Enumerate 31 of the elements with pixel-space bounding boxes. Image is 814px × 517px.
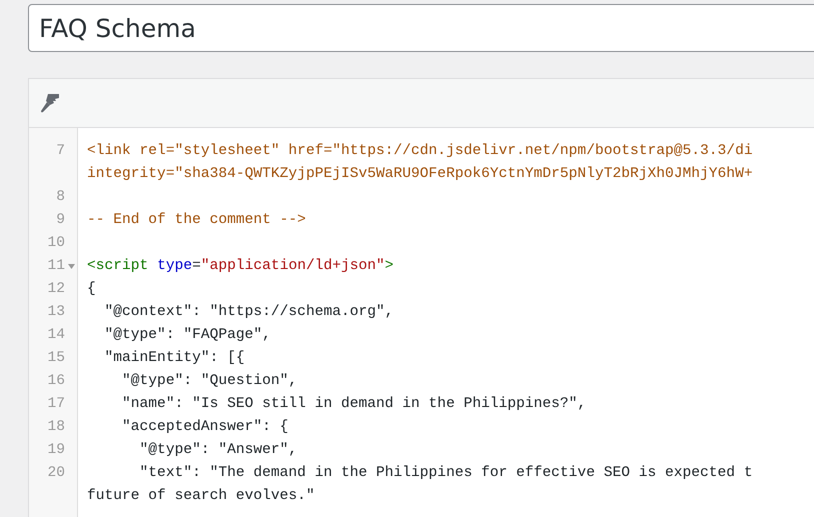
code-line: -- End of the comment --> — [87, 212, 306, 228]
line-number: 17 — [47, 395, 65, 414]
code-line: <script type="application/ld+json"> — [87, 258, 394, 274]
line-number: 19 — [47, 441, 65, 460]
code-line: integrity="sha384-QWTKZyjpPEjISv5WaRU9OFeRpok6YctnYmDr5pNlyT2bRjXh0JMhjY6hW+ — [87, 166, 753, 182]
paintbrush-icon[interactable] — [39, 92, 61, 114]
code-line: "acceptedAnswer": { — [121, 419, 288, 435]
code-line: "@type": "FAQPage", — [104, 327, 271, 343]
title-field[interactable]: FAQ Schema — [28, 4, 814, 52]
fold-arrow-icon[interactable] — [68, 264, 74, 270]
code-line: <link rel="stylesheet" href="https://cdn.jsdelivr.net/npm/bootstrap@5.3.3/di — [87, 143, 753, 159]
code-line: "@type": "Answer", — [138, 442, 298, 458]
code-line: { — [87, 281, 96, 297]
line-number: 7 — [56, 142, 65, 161]
code-line: "@context": "https://schema.org", — [104, 304, 394, 320]
line-number: 10 — [47, 234, 65, 253]
line-number: 16 — [47, 372, 65, 391]
line-number: 15 — [47, 349, 65, 368]
line-number: 11 — [47, 257, 65, 276]
code-line: future of search evolves." — [87, 488, 315, 504]
code-line: "@type": "Question", — [121, 373, 298, 389]
code-line: "text": "The demand in the Philippines for effective SEO is expected t — [138, 465, 753, 481]
line-number: 20 — [47, 464, 65, 483]
code-line: "mainEntity": [{ — [104, 350, 245, 366]
line-number: 9 — [56, 211, 65, 230]
line-number: 8 — [56, 188, 65, 207]
code-line: "name": "Is SEO still in demand in the Philippines?", — [121, 396, 586, 412]
line-number: 18 — [47, 418, 65, 437]
line-number: 13 — [47, 303, 65, 322]
line-number: 14 — [47, 326, 65, 345]
line-number: 12 — [47, 280, 65, 299]
